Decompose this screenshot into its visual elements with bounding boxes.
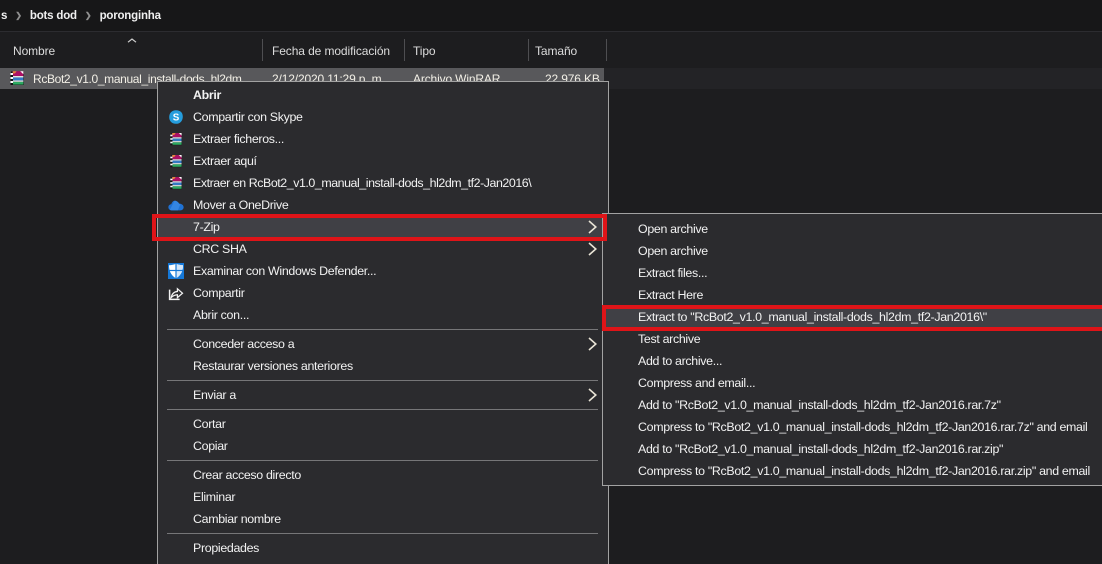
svg-text:S: S <box>173 112 180 123</box>
